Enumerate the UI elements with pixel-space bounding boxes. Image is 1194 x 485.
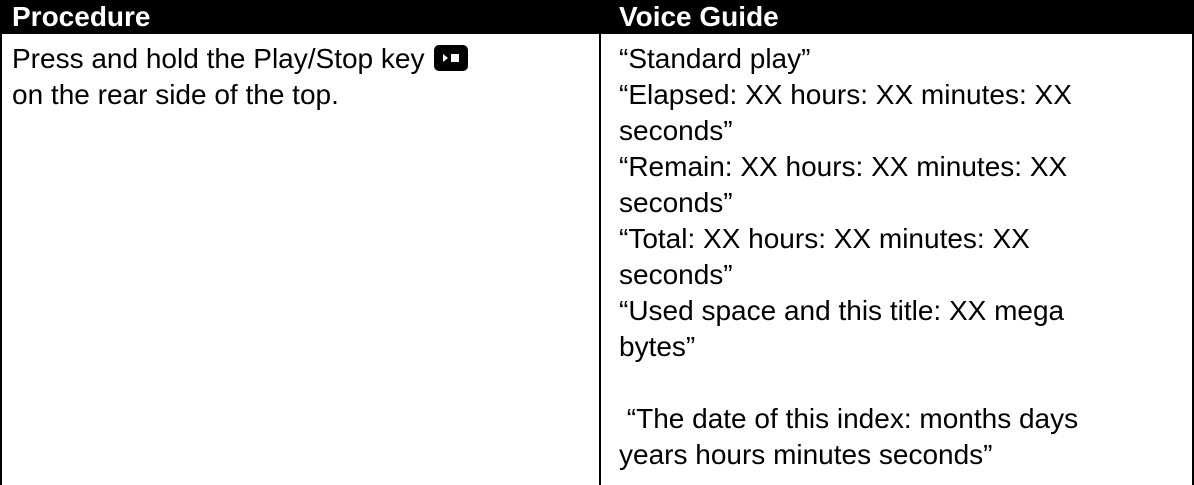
voice-line: “Elapsed: XX hours: XX minutes: XX bbox=[619, 79, 1072, 110]
table-header-row: Procedure Voice Guide bbox=[2, 0, 1192, 34]
voice-line: seconds” bbox=[619, 187, 733, 218]
column-divider bbox=[599, 34, 601, 485]
play-stop-key-icon bbox=[434, 45, 469, 71]
voice-line: bytes” bbox=[619, 331, 696, 362]
procedure-text-line-1: Press and hold the Play/Stop key bbox=[12, 43, 425, 74]
procedure-text-line-2: on the rear side of the top. bbox=[12, 79, 339, 110]
procedure-column-header: Procedure bbox=[12, 1, 151, 32]
voice-line: “Remain: XX hours: XX minutes: XX bbox=[619, 151, 1068, 182]
voice-line: “Total: XX hours: XX minutes: XX bbox=[619, 223, 1030, 254]
voice-line: seconds” bbox=[619, 115, 733, 146]
voice-guide-column-header: Voice Guide bbox=[619, 1, 779, 32]
procedure-cell: Press and hold the Play/Stop key on the … bbox=[12, 41, 592, 113]
voice-guide-table: Procedure Voice Guide Press and hold the… bbox=[0, 0, 1194, 485]
voice-guide-cell: “Standard play” “Elapsed: XX hours: XX m… bbox=[619, 41, 1179, 473]
voice-line: seconds” bbox=[619, 259, 733, 290]
voice-line: years hours minutes seconds” bbox=[619, 439, 993, 470]
voice-line: “Used space and this title: XX mega bbox=[619, 295, 1065, 326]
voice-line-spacer bbox=[619, 365, 1179, 401]
voice-line: “Standard play” bbox=[619, 43, 811, 74]
voice-line: “The date of this index: months days bbox=[619, 403, 1079, 434]
